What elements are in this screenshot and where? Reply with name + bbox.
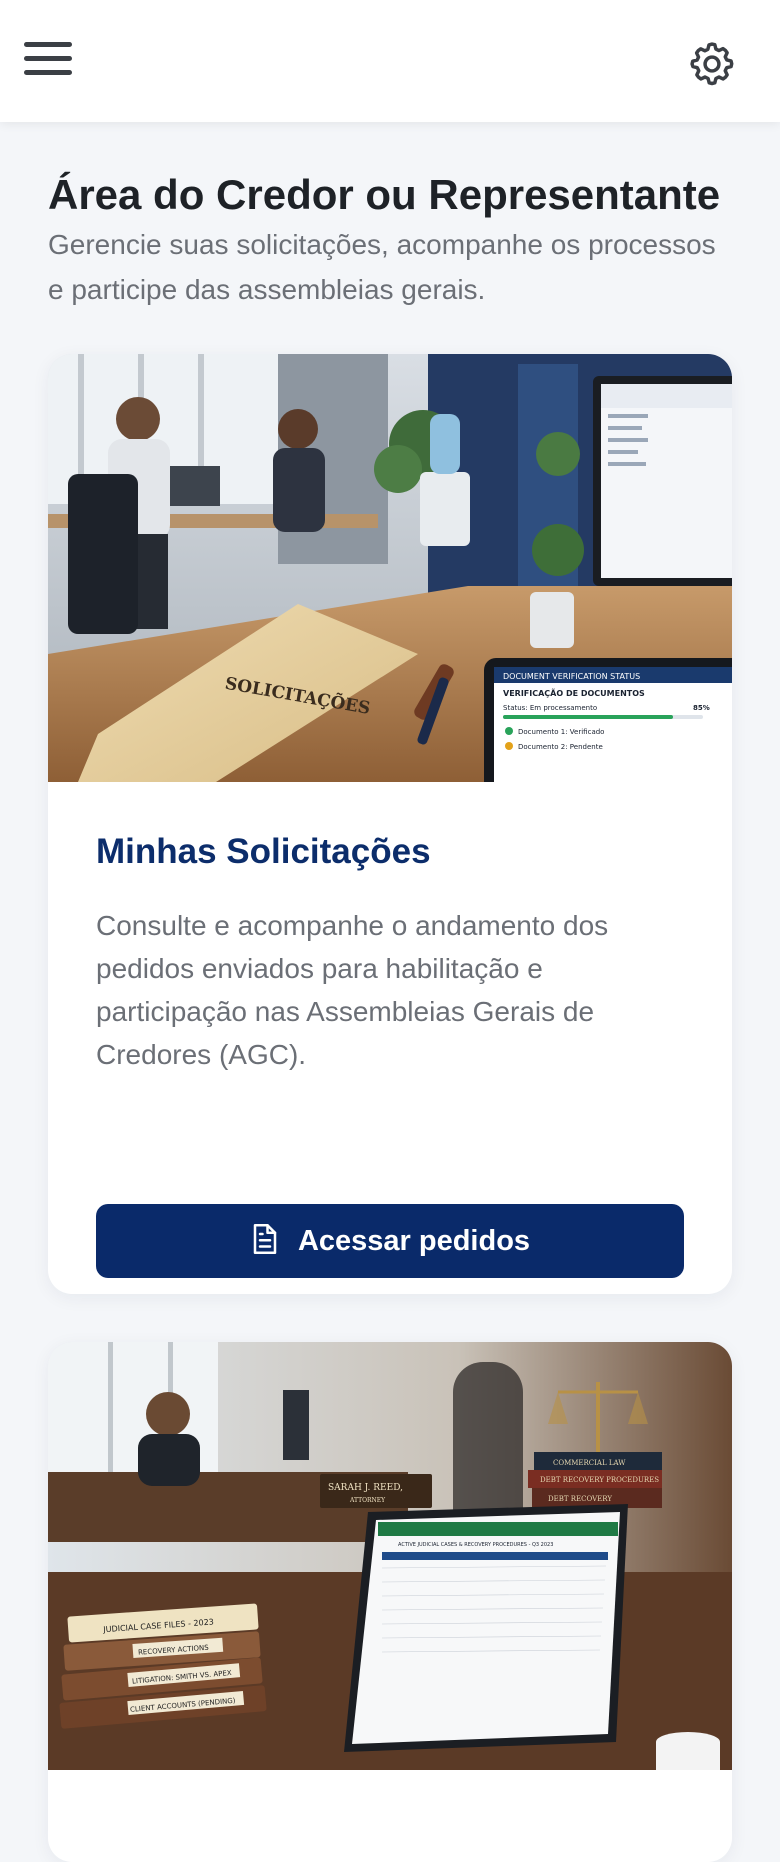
card-minhas-solicitacoes: SOLICITAÇÕES DOCUMENT VERIFICATION STATU… xyxy=(48,354,732,1294)
tablet-percent: 85% xyxy=(693,704,710,712)
button-label: Acessar pedidos xyxy=(297,1224,531,1257)
top-app-bar xyxy=(0,0,780,122)
acessar-pedidos-button[interactable]: Acessar pedidos xyxy=(96,1204,684,1278)
tablet-doc1: Documento 1: Verificado xyxy=(518,728,604,736)
tablet-status: Status: Em processamento xyxy=(503,704,597,712)
gear-icon[interactable] xyxy=(686,38,738,90)
book-1: COMMERCIAL LAW xyxy=(553,1459,626,1467)
nameplate-title: ATTORNEY xyxy=(349,1497,386,1504)
tablet-doc2: Documento 2: Pendente xyxy=(518,743,603,751)
nameplate-name: SARAH J. REED, xyxy=(328,1483,403,1493)
card-second: SARAH J. REED, ATTORNEY COMMERCIAL LAW D… xyxy=(48,1342,732,1862)
main-content: Área do Credor ou Representante Gerencie… xyxy=(48,122,732,1862)
office-photo: SOLICITAÇÕES DOCUMENT VERIFICATION STATU… xyxy=(48,354,732,782)
card-description: Consulte e acompanhe o andamento dos ped… xyxy=(96,910,609,1070)
document-icon xyxy=(250,1222,280,1261)
card-title: Minhas Solicitações xyxy=(96,832,431,871)
tablet-title: VERIFICAÇÃO DE DOCUMENTOS xyxy=(503,688,645,698)
book-2: DEBT RECOVERY PROCEDURES xyxy=(540,1476,659,1484)
tablet-header: DOCUMENT VERIFICATION STATUS xyxy=(503,672,640,681)
spreadsheet-title: ACTIVE JUDICIAL CASES & RECOVERY PROCEDU… xyxy=(398,1542,553,1548)
hamburger-menu-icon[interactable] xyxy=(22,38,74,82)
law-office-photo: SARAH J. REED, ATTORNEY COMMERCIAL LAW D… xyxy=(48,1342,732,1770)
book-3: DEBT RECOVERY xyxy=(548,1495,612,1503)
tablet-progress-fill xyxy=(503,715,673,719)
page-subtitle: Gerencie suas solicitações, acompanhe os… xyxy=(48,229,716,305)
page-title: Área do Credor ou Representante xyxy=(48,171,721,218)
